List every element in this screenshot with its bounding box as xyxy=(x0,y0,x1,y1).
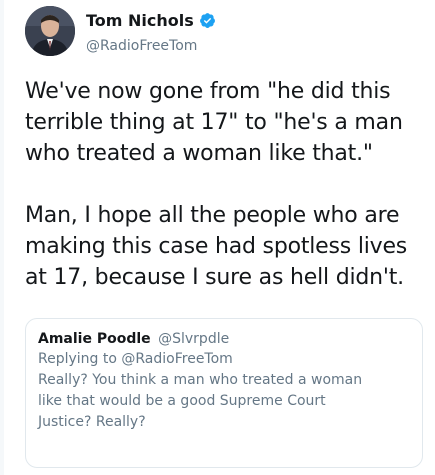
left-rail xyxy=(0,0,4,475)
avatar[interactable] xyxy=(25,6,75,56)
replying-to-line[interactable]: Replying to @RadioFreeTom xyxy=(38,349,410,370)
author-handle[interactable]: @RadioFreeTom xyxy=(86,38,197,54)
author-display-name[interactable]: Tom Nichols xyxy=(86,11,194,30)
quoted-author-handle[interactable]: @Slvrpdle xyxy=(158,331,229,347)
verified-badge-icon xyxy=(199,12,216,29)
quoted-author-name[interactable]: Amalie Poodle xyxy=(38,331,151,347)
quoted-tweet-header: Amalie Poodle @Slvrpdle xyxy=(38,329,410,349)
tweet-paragraph: Man, I hope all the people who are makin… xyxy=(25,203,408,290)
tweet-card: Tom Nichols @RadioFreeTom We've now gone… xyxy=(0,0,435,475)
author-name-row[interactable]: Tom Nichols xyxy=(86,11,216,30)
quoted-tweet-text: Really? You think a man who treated a wo… xyxy=(38,372,363,430)
tweet-text: We've now gone from "he did this terribl… xyxy=(25,76,430,293)
profile-photo-icon xyxy=(25,6,75,56)
tweet-paragraph: We've now gone from "he did this terribl… xyxy=(25,79,403,166)
quoted-tweet[interactable]: Amalie Poodle @Slvrpdle Replying to @Rad… xyxy=(25,318,423,468)
